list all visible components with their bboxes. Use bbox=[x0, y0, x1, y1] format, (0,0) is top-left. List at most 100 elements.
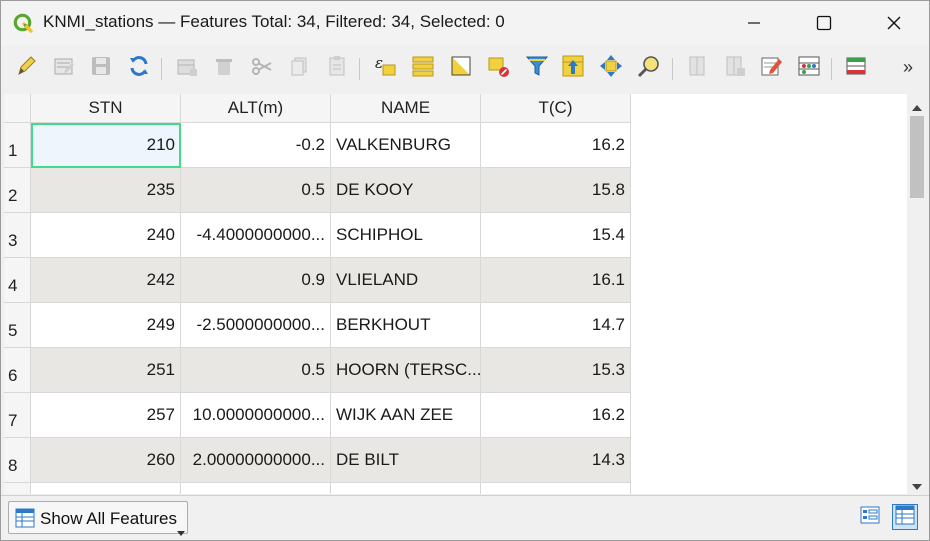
table-cell-alt[interactable]: -2.5000000000... bbox=[181, 303, 331, 348]
table-cell-alt[interactable]: 10.0000000000... bbox=[181, 393, 331, 438]
move-selection-top-button[interactable] bbox=[559, 54, 587, 82]
table-cell-alt[interactable]: 0.5 bbox=[181, 348, 331, 393]
table-cell-stn[interactable]: 249 bbox=[31, 303, 181, 348]
table-cell-alt[interactable]: 0.9 bbox=[181, 258, 331, 303]
table-cell-t[interactable]: 16.2 bbox=[481, 393, 631, 438]
chevron-double-right-icon[interactable]: » bbox=[903, 57, 913, 78]
select-all-icon bbox=[411, 54, 435, 83]
table-cell-t[interactable]: 15.4 bbox=[481, 213, 631, 258]
table-cell-alt[interactable]: 2.00000000000... bbox=[181, 438, 331, 483]
table-corner[interactable] bbox=[4, 94, 31, 123]
table-cell-name[interactable]: DE BILT bbox=[331, 438, 481, 483]
scroll-up-icon[interactable] bbox=[911, 99, 923, 117]
table-cell-name[interactable]: VLIELAND bbox=[331, 258, 481, 303]
conditional-format-icon bbox=[797, 54, 821, 83]
toggle-editing-button[interactable] bbox=[12, 54, 40, 82]
delete-field-button[interactable] bbox=[721, 54, 749, 82]
table-cell-alt[interactable]: 0.5 bbox=[181, 168, 331, 213]
table-cell-name[interactable]: VALKENBURG bbox=[331, 123, 481, 168]
row-header[interactable] bbox=[4, 483, 31, 494]
attribute-table[interactable]: STN ALT(m) NAME T(C) 1 210 -0.2 VALKENBU… bbox=[4, 94, 907, 494]
table-cell-stn[interactable]: 242 bbox=[31, 258, 181, 303]
table-cell-stn[interactable]: 257 bbox=[31, 393, 181, 438]
table-cell-alt[interactable]: -0.2 bbox=[181, 123, 331, 168]
row-header[interactable]: 1 bbox=[4, 123, 31, 168]
qgis-logo-icon bbox=[13, 13, 33, 33]
magnifier-icon bbox=[637, 54, 661, 83]
delete-feature-button[interactable] bbox=[210, 54, 238, 82]
form-view-icon bbox=[860, 505, 880, 530]
table-view-button[interactable] bbox=[892, 504, 918, 530]
row-header[interactable]: 5 bbox=[4, 303, 31, 348]
column-header-stn[interactable]: STN bbox=[31, 94, 181, 123]
cut-button[interactable] bbox=[248, 54, 276, 82]
table-cell-t[interactable]: 14.7 bbox=[481, 303, 631, 348]
dock-table-button[interactable] bbox=[842, 54, 870, 82]
table-cell-t[interactable] bbox=[481, 483, 631, 494]
add-feature-button[interactable] bbox=[173, 54, 201, 82]
field-calculator-button[interactable] bbox=[757, 54, 785, 82]
show-all-features-dropdown[interactable]: Show All Features bbox=[8, 501, 188, 536]
invert-selection-button[interactable] bbox=[447, 54, 475, 82]
column-header-name[interactable]: NAME bbox=[331, 94, 481, 123]
table-cell-alt[interactable] bbox=[181, 483, 331, 494]
deselect-all-button[interactable] bbox=[485, 54, 513, 82]
scroll-down-icon[interactable] bbox=[911, 478, 923, 496]
dropdown-arrow-icon bbox=[177, 523, 185, 540]
row-header[interactable]: 8 bbox=[4, 438, 31, 483]
row-header[interactable]: 3 bbox=[4, 213, 31, 258]
table-cell-name[interactable] bbox=[331, 483, 481, 494]
paste-button[interactable] bbox=[323, 54, 351, 82]
close-button[interactable] bbox=[859, 1, 929, 45]
move-to-top-icon bbox=[561, 54, 585, 83]
table-cell-name[interactable]: HOORN (TERSC... bbox=[331, 348, 481, 393]
zoom-to-selected-button[interactable] bbox=[635, 54, 663, 82]
table-cell-name[interactable]: WIJK AAN ZEE bbox=[331, 393, 481, 438]
copy-icon bbox=[287, 54, 311, 83]
attribute-toolbar: ε » bbox=[1, 45, 929, 93]
minimize-button[interactable] bbox=[719, 1, 789, 45]
reload-button[interactable] bbox=[125, 54, 153, 82]
table-cell-t[interactable]: 15.3 bbox=[481, 348, 631, 393]
dock-icon bbox=[844, 54, 868, 83]
table-cell-stn[interactable]: 235 bbox=[31, 168, 181, 213]
row-header[interactable]: 4 bbox=[4, 258, 31, 303]
select-all-button[interactable] bbox=[409, 54, 437, 82]
table-cell-stn[interactable]: 240 bbox=[31, 213, 181, 258]
refresh-icon bbox=[127, 54, 151, 83]
filter-select-button[interactable] bbox=[523, 54, 551, 82]
multi-edit-button[interactable] bbox=[50, 54, 78, 82]
table-cell-stn[interactable]: 210 bbox=[31, 123, 181, 168]
table-cell-stn[interactable]: 260 bbox=[31, 438, 181, 483]
save-edits-button[interactable] bbox=[87, 54, 115, 82]
table-cell-name[interactable]: BERKHOUT bbox=[331, 303, 481, 348]
table-cell-name[interactable]: DE KOOY bbox=[331, 168, 481, 213]
table-cell-stn[interactable]: 251 bbox=[31, 348, 181, 393]
vertical-scrollbar[interactable] bbox=[907, 94, 927, 494]
column-header-alt[interactable]: ALT(m) bbox=[181, 94, 331, 123]
new-field-button[interactable] bbox=[684, 54, 712, 82]
toolbar-separator bbox=[672, 58, 673, 80]
save-icon bbox=[89, 54, 113, 83]
table-cell-t[interactable]: 14.3 bbox=[481, 438, 631, 483]
table-cell-name[interactable]: SCHIPHOL bbox=[331, 213, 481, 258]
toolbar-separator bbox=[161, 58, 162, 80]
pan-to-selected-button[interactable] bbox=[597, 54, 625, 82]
table-cell-stn[interactable] bbox=[31, 483, 181, 494]
select-by-expression-button[interactable]: ε bbox=[371, 54, 399, 82]
table-cell-alt[interactable]: -4.4000000000... bbox=[181, 213, 331, 258]
scissors-icon bbox=[250, 54, 274, 83]
column-header-t[interactable]: T(C) bbox=[481, 94, 631, 123]
table-cell-t[interactable]: 15.8 bbox=[481, 168, 631, 213]
row-header[interactable]: 2 bbox=[4, 168, 31, 213]
copy-button[interactable] bbox=[285, 54, 313, 82]
row-header[interactable]: 7 bbox=[4, 393, 31, 438]
form-view-button[interactable] bbox=[857, 504, 883, 530]
scrollbar-thumb[interactable] bbox=[910, 116, 924, 198]
title-bar[interactable]: KNMI_stations — Features Total: 34, Filt… bbox=[1, 1, 929, 45]
table-cell-t[interactable]: 16.1 bbox=[481, 258, 631, 303]
conditional-formatting-button[interactable] bbox=[795, 54, 823, 82]
row-header[interactable]: 6 bbox=[4, 348, 31, 393]
maximize-button[interactable] bbox=[789, 1, 859, 45]
table-cell-t[interactable]: 16.2 bbox=[481, 123, 631, 168]
